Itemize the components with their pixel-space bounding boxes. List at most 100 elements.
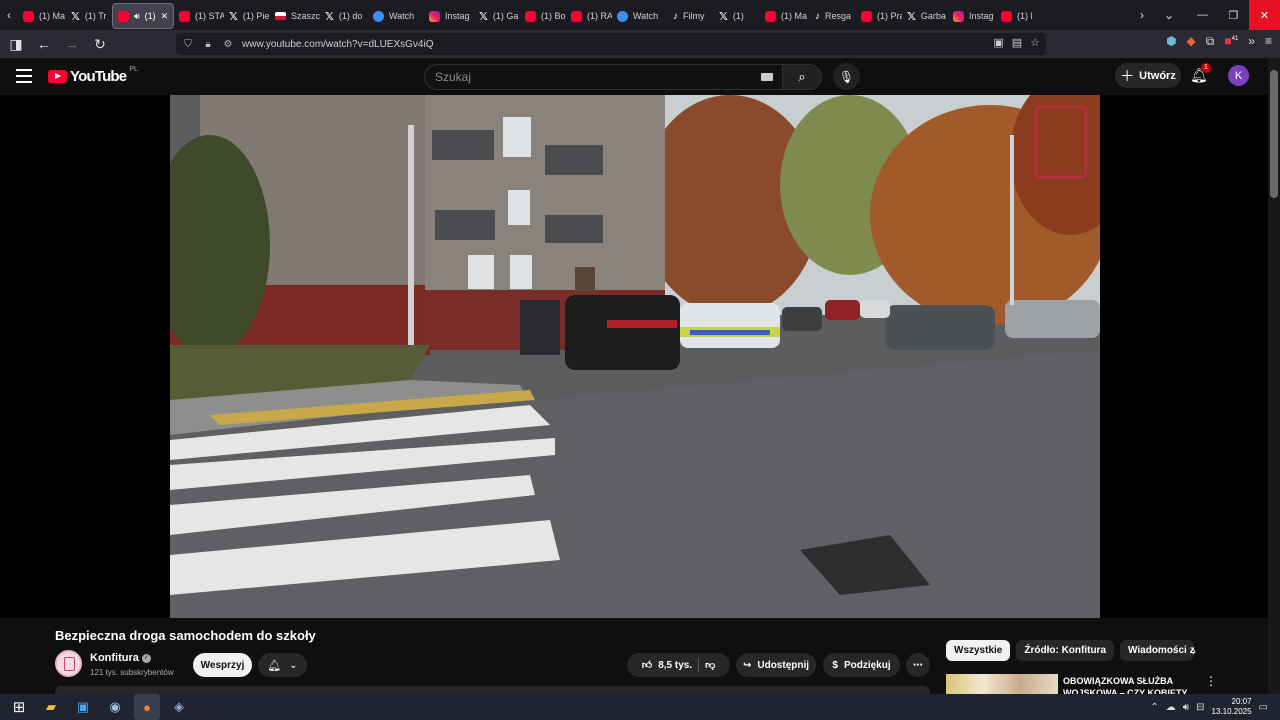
chip-source[interactable]: Źródło: Konfitura (1016, 640, 1115, 661)
steam-icon[interactable]: ◉ (102, 694, 128, 720)
channel-avatar[interactable] (55, 650, 82, 677)
network-icon[interactable]: ⊟ (1196, 702, 1204, 713)
tabs-scroll-right-icon[interactable]: › (1133, 0, 1151, 30)
youtube-icon (1001, 10, 1012, 22)
guide-menu-icon[interactable] (16, 69, 32, 83)
browser-tab[interactable]: Watch (368, 3, 424, 29)
tab-label: (1) Ga (492, 11, 519, 21)
tabs-scroll-left-icon[interactable]: ‹ (0, 0, 18, 30)
recommended-menu-icon[interactable]: ⋮ (1205, 674, 1217, 688)
extension-fox-icon[interactable]: ◆ (1187, 34, 1196, 49)
youtube-header: YouTube PL Szukaj ⌕ 🎙︎ ＋ Utwórz 🔔︎ 1 K (0, 58, 1268, 95)
search-button[interactable]: ⌕ (782, 64, 822, 90)
keyboard-icon[interactable] (761, 73, 773, 81)
voice-search-button[interactable]: 🎙︎ (833, 63, 860, 90)
browser-tab[interactable]: (1) RA (566, 3, 612, 29)
notification-settings-button[interactable]: 🔔︎ ⌄ (258, 653, 307, 677)
remote-desktop-icon[interactable]: ▣ (70, 694, 96, 720)
browser-tab[interactable]: Instag (424, 3, 474, 29)
restore-icon[interactable]: ❐ (1218, 0, 1249, 30)
back-icon[interactable]: ← (32, 32, 56, 56)
sidebar-toggle-icon[interactable]: ◨ (4, 32, 28, 56)
video-player[interactable] (0, 95, 1268, 618)
more-actions-button[interactable]: ⋯ (906, 653, 930, 677)
share-button[interactable]: ↪ Udostępnij (736, 653, 816, 677)
notifications-icon[interactable]: ▭ (1259, 702, 1268, 713)
browser-tab[interactable]: (1) Ma (760, 3, 810, 29)
lock-icon[interactable]: 🔒︎ (200, 39, 216, 50)
browser-tab[interactable]: (1) Ma (18, 3, 66, 29)
channel-name[interactable]: Konfitura (90, 652, 139, 664)
page-scrollbar[interactable] (1268, 58, 1280, 694)
youtube-play-icon (48, 70, 67, 83)
browser-tab[interactable]: Watch (612, 3, 668, 29)
reload-icon[interactable]: ↻ (88, 32, 112, 56)
permissions-icon[interactable]: ⚙︎ (220, 39, 236, 50)
search-input[interactable]: Szukaj (424, 64, 784, 90)
browser-tab[interactable]: ♪ Resga (810, 3, 856, 29)
file-explorer-icon[interactable]: ▰ (38, 694, 64, 720)
recommended-thumbnail[interactable] (946, 674, 1058, 694)
browser-tab[interactable]: ♪ Filmy (668, 3, 714, 29)
browser-tab[interactable]: 🔊︎ (1) ✕ (112, 3, 174, 29)
app-menu-icon[interactable]: ≡ (1265, 34, 1272, 49)
tab-label: Watch (389, 11, 415, 21)
description-box[interactable] (55, 686, 930, 694)
video-frame[interactable] (170, 95, 1100, 618)
reader-view-icon[interactable]: ▤ (1012, 36, 1022, 49)
onedrive-icon[interactable]: ☁︎ (1166, 702, 1176, 713)
browser-tab[interactable]: 𝕏 (1) do (320, 3, 368, 29)
browser-tab[interactable]: Instag (948, 3, 996, 29)
tab-label: (1) Ma (39, 11, 66, 21)
close-window-icon[interactable]: ✕ (1249, 0, 1280, 30)
volume-icon[interactable]: 🔊︎ (1183, 702, 1189, 713)
shield-icon[interactable]: ⛉ (180, 39, 196, 50)
thanks-button[interactable]: $ Podziękuj (823, 653, 900, 677)
address-bar[interactable]: ⛉ 🔒︎ ⚙︎ www.youtube.com/watch?v=dLUEXsGv… (176, 33, 1046, 55)
chip-news[interactable]: Wiadomości ze (1120, 640, 1195, 661)
browser-tab[interactable]: Szaszc (270, 3, 320, 29)
avatar[interactable]: K (1228, 65, 1249, 86)
browser-tab[interactable]: (1) L (996, 3, 1032, 29)
youtube-icon (23, 10, 34, 22)
chips-next-icon[interactable]: › (1192, 644, 1196, 658)
tab-label: Filmy (683, 11, 705, 21)
browser-tab[interactable]: 𝕏 (1) Pie (224, 3, 270, 29)
recommended-title[interactable]: OBOWIĄZKOWA SŁUŻBA WOJSKOWA – CZY KOBIET… (1063, 675, 1193, 694)
tray-chevron-icon[interactable]: ⌃ (1150, 702, 1158, 713)
app-icon[interactable]: ◈ (166, 694, 192, 720)
bookmark-star-icon[interactable]: ☆ (1030, 36, 1040, 49)
extensions-puzzle-icon[interactable]: ⧉ (1206, 34, 1215, 49)
youtube-logo[interactable]: YouTube PL (48, 66, 138, 85)
video-scene-image (170, 95, 1100, 618)
x-icon: 𝕏 (719, 10, 728, 23)
scrollbar-thumb[interactable] (1270, 70, 1278, 198)
browser-tab[interactable]: 𝕏 (1) Ga (474, 3, 520, 29)
logo-country: PL (129, 66, 138, 73)
list-all-tabs-icon[interactable]: ⌄ (1151, 0, 1187, 30)
browser-tab[interactable]: (1) STA (174, 3, 224, 29)
picture-in-picture-icon[interactable]: ▣ (993, 36, 1003, 49)
clock[interactable]: 20:07 13.10.2025 (1212, 697, 1252, 717)
dislike-button[interactable]: 👎︎ (705, 659, 715, 671)
speaker-icon[interactable]: 🔊︎ (134, 11, 140, 22)
like-button[interactable]: 👍︎ 8,5 tys. (642, 659, 692, 672)
browser-tab[interactable]: 𝕏 (1) (714, 3, 760, 29)
browser-tab[interactable]: (1) Pra (856, 3, 902, 29)
close-tab-icon[interactable]: ✕ (161, 11, 169, 22)
browser-tab[interactable]: 𝕏 (1) Tr (66, 3, 112, 29)
notifications-bell-icon[interactable]: 🔔︎ 1 (1190, 63, 1211, 87)
firefox-icon[interactable]: ● (134, 694, 160, 720)
channel-name-row[interactable]: Konfitura ✓ (90, 652, 151, 664)
minimize-icon[interactable]: — (1187, 0, 1218, 30)
browser-tab[interactable]: (1) Bo (520, 3, 566, 29)
overflow-chevron-icon[interactable]: » (1248, 34, 1255, 49)
extension-shield-icon[interactable]: ⬢ (1166, 34, 1176, 49)
start-windows-icon[interactable]: ⊞ (6, 694, 32, 720)
support-button[interactable]: Wesprzyj (193, 653, 252, 677)
chip-all[interactable]: Wszystkie (946, 640, 1011, 661)
browser-tab[interactable]: 𝕏 Garba (902, 3, 948, 29)
create-button[interactable]: ＋ Utwórz (1115, 63, 1181, 88)
extension-badge-icon[interactable]: ■41 (1224, 34, 1238, 49)
forward-icon[interactable]: → (60, 32, 84, 56)
